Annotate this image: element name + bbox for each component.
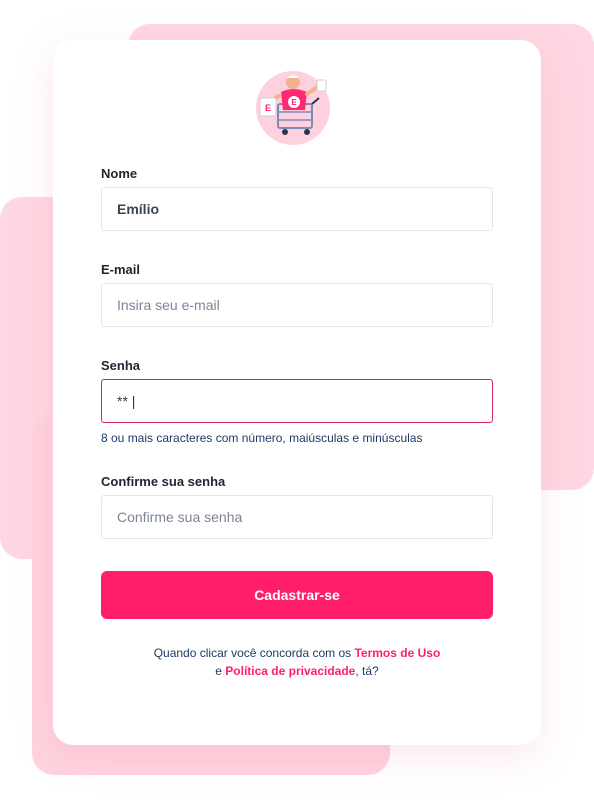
svg-text:E: E bbox=[291, 98, 297, 107]
terms-suffix: , tá? bbox=[355, 664, 379, 678]
svg-text:E: E bbox=[265, 103, 271, 113]
signup-button[interactable]: Cadastrar-se bbox=[101, 571, 493, 619]
confirm-password-input[interactable] bbox=[101, 495, 493, 539]
signup-card: E E Nome E-mail Senha 8 ou mais caracter… bbox=[53, 40, 541, 745]
signup-page: E E Nome E-mail Senha 8 ou mais caracter… bbox=[0, 0, 594, 805]
terms-notice-line-2: e Política de privacidade, tá? bbox=[53, 662, 541, 680]
shopping-cart-mascot-icon: E E bbox=[256, 71, 330, 145]
name-label: Nome bbox=[101, 166, 138, 181]
name-input[interactable] bbox=[101, 187, 493, 231]
password-input[interactable] bbox=[101, 379, 493, 423]
terms-prefix: Quando clicar você concorda com os bbox=[153, 646, 355, 660]
terms-connector: e bbox=[215, 664, 226, 678]
confirm-password-label: Confirme sua senha bbox=[101, 474, 226, 489]
password-label: Senha bbox=[101, 358, 141, 373]
terms-notice: Quando clicar você concorda com os Termo… bbox=[53, 644, 541, 662]
privacy-policy-link[interactable]: Política de privacidade bbox=[225, 664, 355, 678]
password-hint: 8 ou mais caracteres com número, maiúscu… bbox=[101, 431, 423, 445]
email-input[interactable] bbox=[101, 283, 493, 327]
terms-of-use-link[interactable]: Termos de Uso bbox=[354, 646, 440, 660]
email-label: E-mail bbox=[101, 262, 141, 277]
